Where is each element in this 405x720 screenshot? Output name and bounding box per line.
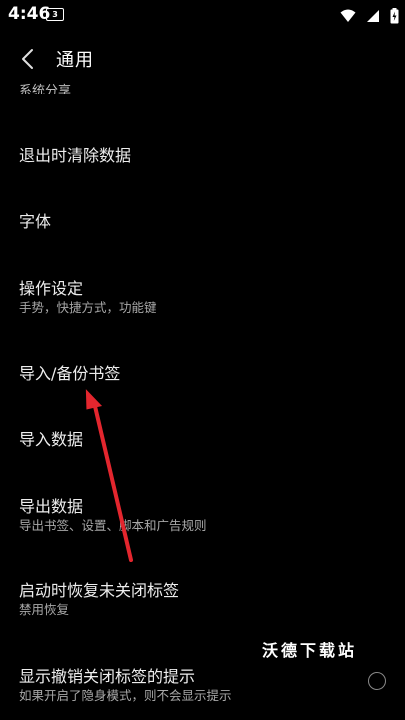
setting-label: 退出时清除数据 — [19, 146, 132, 165]
setting-description: 导出书签、设置、脚本和广告规则 — [19, 518, 207, 533]
sim-badge: 3 — [46, 8, 64, 21]
list-item-partial[interactable]: 系统分享 — [19, 80, 71, 94]
setting-description: 禁用恢复 — [19, 602, 70, 617]
setting-label: 字体 — [19, 212, 52, 231]
setting-label: 显示撤销关闭标签的提示 — [19, 667, 196, 686]
setting-description: 如果开启了隐身模式，则不会显示提示 — [19, 688, 232, 703]
wifi-icon — [340, 9, 356, 22]
setting-label: 导入数据 — [19, 430, 84, 449]
battery-charging-icon — [390, 7, 399, 23]
setting-clear-data-on-exit[interactable]: 退出时清除数据 — [0, 122, 405, 182]
setting-description: 手势，快捷方式，功能键 — [19, 300, 157, 315]
setting-font[interactable]: 字体 — [0, 188, 405, 248]
chevron-left-icon — [22, 49, 33, 69]
back-button[interactable] — [12, 42, 46, 76]
signal-icon — [366, 9, 379, 22]
setting-label: 导出数据 — [19, 497, 84, 516]
setting-operation[interactable]: 操作设定 手势，快捷方式，功能键 — [0, 254, 405, 318]
setting-restore-tabs[interactable]: 启动时恢复未关闭标签 禁用恢复 — [0, 556, 405, 620]
undo-hint-toggle[interactable] — [368, 672, 386, 690]
page-title: 通用 — [56, 50, 94, 71]
setting-import-backup-bookmarks[interactable]: 导入/备份书签 — [0, 340, 405, 400]
setting-export-data[interactable]: 导出数据 导出书签、设置、脚本和广告规则 — [0, 472, 405, 536]
setting-label: 导入/备份书签 — [19, 364, 121, 383]
list-item-label: 系统分享 — [19, 84, 72, 94]
system-icons — [335, 5, 399, 23]
setting-label: 操作设定 — [19, 279, 84, 298]
app-header: 通用 — [0, 34, 405, 82]
setting-label: 启动时恢复未关闭标签 — [19, 581, 180, 600]
status-bar: 4:46 3 — [0, 0, 405, 28]
watermark-text: 沃德下载站 — [262, 641, 358, 660]
status-time: 4:46 — [8, 4, 51, 24]
setting-import-data[interactable]: 导入数据 — [0, 406, 405, 466]
